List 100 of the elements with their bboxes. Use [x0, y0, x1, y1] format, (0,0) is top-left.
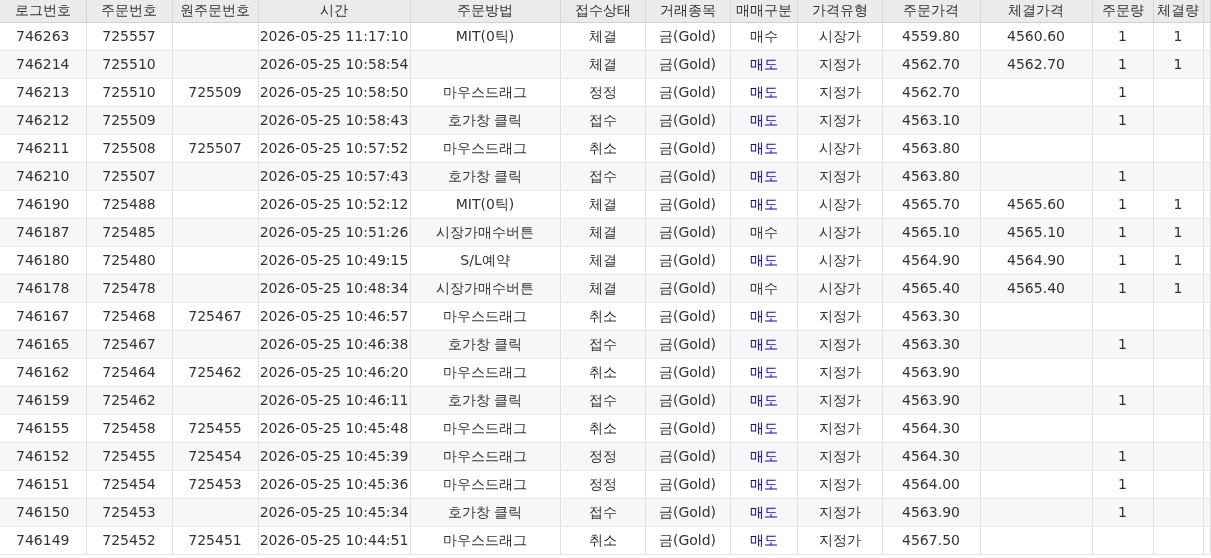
- table-cell: 4563.90: [882, 498, 980, 526]
- table-cell: 746263: [0, 22, 86, 50]
- table-cell: 매도: [730, 190, 797, 218]
- table-cell: 4562.70: [882, 50, 980, 78]
- table-cell: 2026-05-25 10:58:50: [258, 78, 410, 106]
- table-cell: 4565.70: [882, 190, 980, 218]
- table-cell: 725451: [172, 526, 258, 554]
- table-cell: 매도: [730, 106, 797, 134]
- table-cell: 2026-05-25 10:46:57: [258, 302, 410, 330]
- table-cell: 2026-05-25 10:57:52: [258, 134, 410, 162]
- table-cell: 마우스드래그: [410, 526, 560, 554]
- column-header[interactable]: 체결가격: [980, 0, 1092, 22]
- table-cell: 725509: [86, 106, 172, 134]
- column-header[interactable]: 체결량: [1153, 0, 1203, 22]
- table-cell: 4562.70: [882, 78, 980, 106]
- table-cell: 2026-05-25 10:58:43: [258, 106, 410, 134]
- table-cell: 4560.60: [980, 22, 1092, 50]
- table-cell: 746212: [0, 106, 86, 134]
- table-cell: 1: [1092, 190, 1153, 218]
- table-cell: 4562.70: [980, 50, 1092, 78]
- table-cell: 746167: [0, 302, 86, 330]
- column-header[interactable]: 시간: [258, 0, 410, 22]
- table-cell: 체결: [560, 218, 645, 246]
- table-cell: 746162: [0, 358, 86, 386]
- table-cell: 725454: [86, 470, 172, 498]
- table-cell: 금(Gold): [645, 442, 730, 470]
- table-cell: 금(Gold): [645, 498, 730, 526]
- table-cell: 지정가: [797, 50, 882, 78]
- column-header[interactable]: 로그번호: [0, 0, 86, 22]
- table-cell: 매도: [730, 330, 797, 358]
- table-cell: 746187: [0, 218, 86, 246]
- table-cell: 2026-05-25 10:45:36: [258, 470, 410, 498]
- table-cell: 4564.30: [882, 442, 980, 470]
- table-cell: 금(Gold): [645, 386, 730, 414]
- table-cell: 호가창 클릭: [410, 498, 560, 526]
- table-cell: 금(Gold): [645, 106, 730, 134]
- table-cell: 2026-05-25 10:46:20: [258, 358, 410, 386]
- table-cell: 1: [1092, 498, 1153, 526]
- table-cell: 2026-05-25 10:45:48: [258, 414, 410, 442]
- table-cell: 725468: [86, 302, 172, 330]
- table-cell: 2026-05-25 10:51:26: [258, 218, 410, 246]
- table-cell: 접수: [560, 498, 645, 526]
- table-cell: 시장가매수버튼: [410, 218, 560, 246]
- column-header[interactable]: 접수상태: [560, 0, 645, 22]
- table-cell: S/L예약: [410, 246, 560, 274]
- table-cell: 746214: [0, 50, 86, 78]
- table-cell: 지정가: [797, 386, 882, 414]
- table-cell: 금(Gold): [645, 470, 730, 498]
- table-cell: 시장가: [797, 22, 882, 50]
- table-cell: 마우스드래그: [410, 414, 560, 442]
- table-cell: 접수: [560, 106, 645, 134]
- table-cell: 1: [1092, 442, 1153, 470]
- table-cell: 725455: [172, 414, 258, 442]
- table-cell: 2026-05-25 10:58:54: [258, 50, 410, 78]
- table-cell: 매도: [730, 302, 797, 330]
- table-cell: 금(Gold): [645, 274, 730, 302]
- table-cell: 746155: [0, 414, 86, 442]
- table-cell: 시장가매수버튼: [410, 274, 560, 302]
- table-cell: 금(Gold): [645, 246, 730, 274]
- table-cell: 2026-05-25 10:52:12: [258, 190, 410, 218]
- table-cell: 746210: [0, 162, 86, 190]
- table-cell: 725508: [86, 134, 172, 162]
- table-cell: 725462: [86, 386, 172, 414]
- table-cell: 매도: [730, 50, 797, 78]
- table-cell: 1: [1092, 22, 1153, 50]
- column-header[interactable]: 원주문번호: [172, 0, 258, 22]
- table-cell: 725453: [172, 470, 258, 498]
- table-cell: 마우스드래그: [410, 442, 560, 470]
- table-cell: 746178: [0, 274, 86, 302]
- column-header[interactable]: 주문가격: [882, 0, 980, 22]
- table-cell: 1: [1092, 106, 1153, 134]
- table-cell: 725478: [86, 274, 172, 302]
- table-cell: 지정가: [797, 442, 882, 470]
- table-cell: 접수: [560, 162, 645, 190]
- column-header[interactable]: 매매구분: [730, 0, 797, 22]
- table-cell: 금(Gold): [645, 134, 730, 162]
- table-cell: 4565.40: [882, 274, 980, 302]
- table-cell: 4563.30: [882, 330, 980, 358]
- table-cell: 4563.10: [882, 106, 980, 134]
- table-cell: 매도: [730, 470, 797, 498]
- column-header[interactable]: 가격유형: [797, 0, 882, 22]
- table-cell: 금(Gold): [645, 50, 730, 78]
- table-cell: 시장가: [797, 274, 882, 302]
- table-cell: 2026-05-25 10:45:39: [258, 442, 410, 470]
- column-header[interactable]: 주문방법: [410, 0, 560, 22]
- column-header[interactable]: 주문번호: [86, 0, 172, 22]
- table-cell: 746213: [0, 78, 86, 106]
- table-cell: 746159: [0, 386, 86, 414]
- table-cell: 금(Gold): [645, 22, 730, 50]
- table-cell: 금(Gold): [645, 190, 730, 218]
- table-cell: 1: [1092, 386, 1153, 414]
- table-cell: 2026-05-25 10:49:15: [258, 246, 410, 274]
- table-cell: 정정: [560, 78, 645, 106]
- table-cell: 725455: [86, 442, 172, 470]
- table-cell: 746150: [0, 498, 86, 526]
- table-cell: 725557: [86, 22, 172, 50]
- column-header[interactable]: 주문량: [1092, 0, 1153, 22]
- column-header[interactable]: 거래종목: [645, 0, 730, 22]
- table-cell: 마우스드래그: [410, 470, 560, 498]
- table-cell: 마우스드래그: [410, 134, 560, 162]
